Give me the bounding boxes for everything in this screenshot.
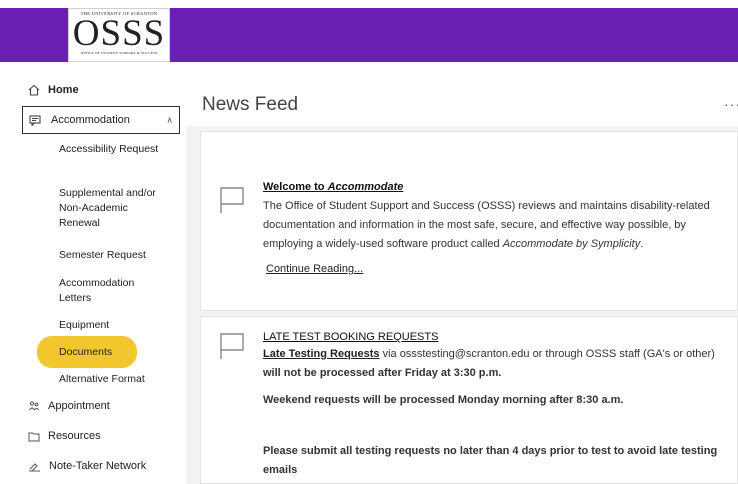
sidebar-subitem-equipment[interactable]: Equipment	[59, 318, 169, 333]
continue-reading-link[interactable]: Continue Reading...	[266, 263, 363, 275]
logo-office: OFFICE OF STUDENT SUPPORT & SUCCESS	[80, 51, 158, 55]
post-text-bold: will not be processed after Friday at 3:…	[263, 367, 502, 379]
post-title[interactable]: Welcome to Accommodate	[263, 178, 733, 197]
post-title-text: Welcome to	[263, 181, 328, 193]
note-icon	[29, 462, 40, 471]
sidebar-item-accommodation[interactable]: Accommodation ∧	[22, 106, 180, 134]
page-title: News Feed	[202, 94, 299, 115]
sidebar-item-label: Appointment	[48, 400, 110, 412]
chevron-up-icon[interactable]: ∧	[166, 115, 173, 126]
post-body: Welcome to Accommodate The Office of Stu…	[263, 178, 733, 279]
sidebar-item-label: Resources	[48, 430, 101, 442]
news-post: Welcome to Accommodate The Office of Stu…	[200, 131, 738, 311]
post-title[interactable]: LATE TEST BOOKING REQUESTS	[263, 329, 733, 345]
sidebar-subitem-accessibility-request[interactable]: Accessibility Request	[59, 142, 169, 157]
sidebar-item-label: Accommodation	[51, 114, 130, 126]
sidebar-item-home[interactable]: Home	[28, 84, 79, 96]
late-testing-requests-link[interactable]: Late Testing Requests	[263, 348, 380, 360]
post-text-weekend: Weekend requests will be processed Monda…	[263, 394, 624, 406]
osss-logo[interactable]: THE UNIVERSITY OF SCRANTON OSSS OFFICE O…	[68, 8, 170, 62]
flag-icon[interactable]	[219, 332, 245, 360]
home-icon	[28, 84, 40, 96]
flag-icon[interactable]	[219, 186, 245, 214]
sidebar-item-label: Home	[48, 84, 79, 96]
post-title-emphasis: Accommodate	[327, 181, 404, 193]
chat-icon	[29, 114, 41, 126]
post-body: LATE TEST BOOKING REQUESTS Late Testing …	[263, 329, 733, 480]
sidebar-subitem-semester-request[interactable]: Semester Request	[59, 248, 169, 263]
post-text: The Office of Student Support and Succes…	[263, 197, 733, 254]
sidebar-item-label: Note-Taker Network	[49, 460, 147, 472]
logo-mark: OSSS	[72, 13, 166, 54]
sidebar-item-resources[interactable]: Resources	[28, 430, 101, 442]
post-text-deadline: Please submit all testing requests no la…	[263, 445, 718, 476]
post-text-end: .	[640, 238, 644, 250]
news-post: LATE TEST BOOKING REQUESTS Late Testing …	[200, 316, 738, 484]
post-text: Late Testing Requests via ossstesting@sc…	[263, 345, 733, 383]
sidebar-subitem-documents[interactable]: Documents	[37, 336, 137, 368]
sidebar-subitem-supplemental-renewal[interactable]: Supplemental and/or Non-Academic Renewal	[59, 186, 169, 231]
sidebar-item-appointment[interactable]: Appointment	[28, 400, 110, 412]
more-options-icon[interactable]: ···	[724, 96, 738, 112]
post-text-emphasis: Accommodate by Symplicity	[502, 238, 641, 250]
post-text-main: via ossstesting@scranton.edu or through …	[379, 348, 715, 360]
sidebar-subitem-alternative-format[interactable]: Alternative Format	[59, 372, 169, 387]
sidebar-subitem-accommodation-letters[interactable]: Accommodation Letters	[59, 276, 169, 306]
people-icon	[29, 401, 40, 411]
folder-icon	[28, 432, 40, 441]
sidebar-item-note-taker-network[interactable]: Note-Taker Network	[28, 460, 146, 472]
